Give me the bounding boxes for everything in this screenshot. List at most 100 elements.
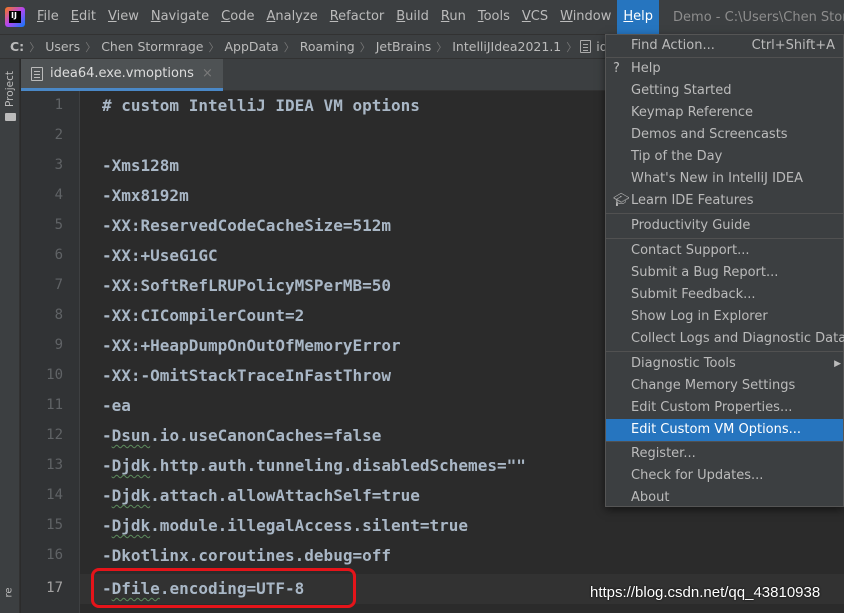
code-line[interactable]: # custom IntelliJ IDEA VM options [102, 96, 420, 115]
line-number: 3 [54, 157, 63, 173]
breadcrumb-item[interactable]: AppData [222, 39, 280, 54]
menu-separator [606, 441, 843, 442]
gutter-divider [79, 91, 80, 613]
breadcrumb-drive[interactable]: C: [8, 39, 26, 54]
menu-item-label: Find Action... [631, 38, 715, 53]
code-line-current[interactable]: -Dfile.encoding=UTF-8 [102, 579, 304, 598]
bottom-tool-tab[interactable]: re [4, 587, 15, 597]
chevron-right-icon: 〉 [283, 40, 295, 54]
menu-view[interactable]: View [102, 0, 145, 34]
line-number: 13 [46, 457, 63, 473]
menu-tools[interactable]: Tools [472, 0, 516, 34]
breadcrumb-item[interactable]: Roaming [298, 39, 357, 54]
tool-window-strip: Project re [0, 59, 20, 613]
menu-window[interactable]: Window [554, 0, 617, 34]
menu-item-find-action[interactable]: Find Action... Ctrl+Shift+A [606, 35, 843, 57]
line-number: 14 [46, 487, 63, 503]
menu-code[interactable]: Code [215, 0, 260, 34]
menu-item-productivity[interactable]: Productivity Guide [606, 215, 843, 237]
menu-item-tip-of-day[interactable]: Tip of the Day [606, 146, 843, 168]
chevron-right-icon: 〉 [29, 40, 41, 54]
menu-item-about[interactable]: About [606, 487, 843, 509]
menu-item-collect-logs[interactable]: Collect Logs and Diagnostic Data [606, 328, 844, 350]
menu-item-show-log[interactable]: Show Log in Explorer [606, 306, 843, 328]
menu-item-label: Learn IDE Features [631, 193, 754, 208]
code-line[interactable]: -Xmx8192m [102, 186, 189, 205]
editor-tab-vmoptions[interactable]: idea64.exe.vmoptions × [21, 59, 223, 91]
line-number-current: 17 [46, 580, 63, 596]
code-line[interactable]: -ea [102, 396, 131, 415]
line-number: 5 [54, 217, 63, 233]
code-line[interactable]: -XX:-OmitStackTraceInFastThrow [102, 366, 391, 385]
breadcrumb-item[interactable]: Chen Stormrage [99, 39, 205, 54]
line-number: 10 [46, 367, 63, 383]
menu-item-change-memory[interactable]: Change Memory Settings [606, 375, 843, 397]
code-line[interactable]: -XX:SoftRefLRUPolicyMSPerMB=50 [102, 276, 391, 295]
menu-file[interactable]: File [31, 0, 65, 34]
menu-item-diagnostic-tools[interactable]: Diagnostic Tools ▶ [606, 353, 843, 375]
menu-separator [606, 351, 843, 352]
code-line[interactable]: -XX:+HeapDumpOnOutOfMemoryError [102, 336, 401, 355]
line-number: 7 [54, 277, 63, 293]
menu-edit[interactable]: Edit [65, 0, 102, 34]
code-line[interactable]: -XX:CICompilerCount=2 [102, 306, 304, 325]
submenu-arrow-icon: ▶ [834, 359, 841, 369]
shortcut-label: Ctrl+Shift+A [751, 38, 835, 53]
code-line[interactable]: -Xms128m [102, 156, 179, 175]
code-line[interactable]: -Djdk.http.auth.tunneling.disabledScheme… [102, 456, 526, 475]
breadcrumb-item[interactable]: JetBrains [374, 39, 434, 54]
menu-item-keymap-reference[interactable]: Keymap Reference [606, 102, 843, 124]
menu-item-register[interactable]: Register... [606, 443, 843, 465]
line-number: 11 [46, 397, 63, 413]
intellij-logo-icon: IJ [5, 7, 25, 27]
file-icon [31, 66, 43, 81]
menu-item-submit-feedback[interactable]: Submit Feedback... [606, 284, 843, 306]
menu-refactor[interactable]: Refactor [324, 0, 391, 34]
line-number: 1 [54, 97, 63, 113]
chevron-right-icon: 〉 [85, 40, 97, 54]
watermark-url: https://blog.csdn.net/qq_43810938 [590, 584, 821, 601]
code-line[interactable]: -XX:ReservedCodeCacheSize=512m [102, 216, 391, 235]
menu-run[interactable]: Run [435, 0, 472, 34]
code-line[interactable]: -Djdk.module.illegalAccess.silent=true [102, 516, 468, 535]
file-icon [580, 40, 592, 53]
menu-build[interactable]: Build [390, 0, 435, 34]
help-menu-dropdown: Find Action... Ctrl+Shift+A ? Help Getti… [605, 34, 844, 507]
window-title: Demo - C:\Users\Chen Stormrage [673, 9, 844, 25]
close-icon[interactable]: × [202, 66, 213, 81]
menu-bar: IJ File Edit View Navigate Code Analyze … [0, 0, 844, 34]
line-number: 12 [46, 427, 63, 443]
chevron-right-icon: 〉 [208, 40, 220, 54]
line-number: 8 [54, 307, 63, 323]
menu-item-check-updates[interactable]: Check for Updates... [606, 465, 843, 487]
menu-vcs[interactable]: VCS [516, 0, 554, 34]
menu-analyze[interactable]: Analyze [260, 0, 323, 34]
menu-separator [606, 238, 843, 239]
line-number: 15 [46, 517, 63, 533]
menu-item-whats-new[interactable]: What's New in IntelliJ IDEA [606, 168, 843, 190]
editor-tab-label: idea64.exe.vmoptions [50, 66, 194, 81]
menu-item-getting-started[interactable]: Getting Started [606, 80, 843, 102]
line-number: 4 [54, 187, 63, 203]
question-icon: ? [613, 61, 620, 76]
menu-item-edit-custom-vm-options[interactable]: Edit Custom VM Options... [606, 419, 843, 441]
line-number: 2 [54, 127, 63, 143]
menu-item-learn-ide[interactable]: 🎓︎ Learn IDE Features [606, 190, 843, 212]
menu-item-submit-bug[interactable]: Submit a Bug Report... [606, 262, 843, 284]
menu-navigate[interactable]: Navigate [145, 0, 215, 34]
code-line[interactable]: -Djdk.attach.allowAttachSelf=true [102, 486, 420, 505]
menu-item-edit-custom-properties[interactable]: Edit Custom Properties... [606, 397, 843, 419]
menu-separator [606, 213, 843, 214]
menu-item-demos[interactable]: Demos and Screencasts [606, 124, 843, 146]
menu-item-label: Help [631, 61, 661, 76]
menu-item-help[interactable]: ? Help [606, 58, 843, 80]
breadcrumb-item[interactable]: Users [43, 39, 82, 54]
project-tab-label: Project [4, 71, 16, 107]
code-line[interactable]: -XX:+UseG1GC [102, 246, 218, 265]
code-line[interactable]: -Dsun.io.useCanonCaches=false [102, 426, 381, 445]
breadcrumb-item[interactable]: IntelliJIdea2021.1 [450, 39, 563, 54]
project-tool-tab[interactable]: Project [1, 65, 19, 123]
menu-help[interactable]: Help [617, 0, 660, 34]
code-line[interactable]: -Dkotlinx.coroutines.debug=off [102, 546, 391, 565]
menu-item-contact-support[interactable]: Contact Support... [606, 240, 843, 262]
